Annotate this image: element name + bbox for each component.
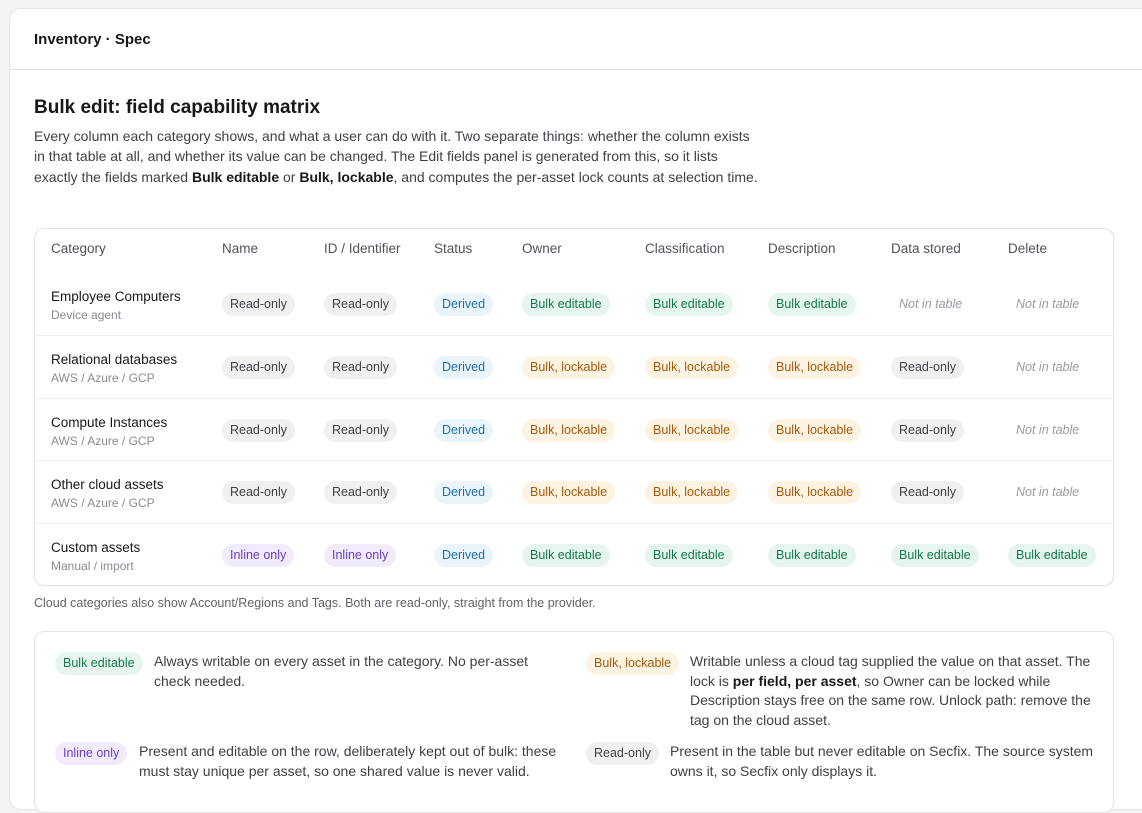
legend-description: Writable unless a cloud tag supplied the…: [690, 652, 1095, 730]
capability-badge: Bulk, lockable: [768, 356, 862, 379]
table-row: Employee Computers Device agent Read-only R…: [35, 273, 1113, 335]
not-in-table-text: Not in table: [1016, 360, 1080, 374]
capability-badge: Bulk editable: [891, 544, 979, 567]
legend-text: Always writable on every asset in the ca…: [154, 653, 529, 689]
capability-badge: Read-only: [891, 419, 964, 442]
column-header-status: Status: [434, 241, 473, 256]
capability-badge: Read-only: [324, 481, 397, 504]
capability-badge: Derived: [434, 419, 494, 442]
capability-badge: Derived: [434, 356, 494, 379]
capability-badge: Bulk editable: [645, 544, 733, 567]
capability-badge: Read-only: [222, 356, 295, 379]
not-in-table-text: Not in table: [1016, 423, 1080, 437]
category-source: AWS / Azure / GCP: [51, 434, 155, 448]
table-row: Compute Instances AWS / Azure / GCP Read-o…: [35, 398, 1113, 461]
table-row: Relational databases AWS / Azure / GCP Rea…: [35, 335, 1113, 398]
legend-description: Always writable on every asset in the ca…: [154, 652, 544, 691]
category-name: Relational databases: [51, 352, 178, 367]
intro-paragraph: Every column each category shows, and wh…: [34, 126, 764, 187]
column-header-delete: Delete: [1008, 241, 1048, 256]
capability-badge: Read-only: [891, 356, 964, 379]
legend-description: Present and editable on the row, deliber…: [139, 742, 569, 781]
capability-badge: Read-only: [324, 356, 397, 379]
column-header-data-stored: Data stored: [891, 241, 961, 256]
capability-badge: Bulk editable: [522, 293, 610, 316]
intro-text: , and computes the per-asset lock counts…: [393, 168, 758, 185]
capability-badge: Bulk editable: [768, 293, 856, 316]
capability-matrix-table: Category Name ID / Identifier Status Owner Cl…: [34, 228, 1114, 586]
capability-badge: Read-only: [222, 293, 295, 316]
capability-badge: Bulk editable: [522, 544, 610, 567]
column-header-classification: Classification: [645, 241, 725, 256]
column-header-id-identifier: ID / Identifier: [324, 241, 401, 256]
capability-badge: Inline only: [222, 544, 295, 567]
capability-badge: Derived: [434, 481, 494, 504]
intro-text: or: [279, 168, 300, 185]
column-header-category: Category: [51, 241, 106, 256]
intro-term-bulk-lockable: Bulk, lockable: [299, 168, 394, 185]
capability-badge: Read-only: [222, 481, 295, 504]
column-header-description: Description: [768, 241, 836, 256]
category-name: Custom assets: [51, 540, 141, 555]
capability-badge: Bulk editable: [768, 544, 856, 567]
legend-text: Present in the table but never editable …: [670, 743, 1094, 779]
legend-text: Present and editable on the row, deliber…: [139, 743, 557, 779]
intro-term-bulk-editable: Bulk editable: [191, 168, 280, 185]
capability-badge: Bulk, lockable: [645, 419, 739, 442]
category-source: Device agent: [51, 308, 122, 322]
capability-badge: Bulk, lockable: [645, 356, 739, 379]
capability-badge: Bulk, lockable: [768, 481, 862, 504]
legend-emphasis: per field, per asset: [732, 672, 857, 689]
capability-badge: Bulk, lockable: [522, 481, 616, 504]
table-header: Category Name ID / Identifier Status Owner Cl…: [35, 241, 1113, 261]
table-footnote: Cloud categories also show Account/Regio…: [34, 596, 596, 610]
column-header-owner: Owner: [522, 241, 562, 256]
legend-badge-bulk-editable: Bulk editable: [55, 652, 143, 675]
page-title: Bulk edit: field capability matrix: [34, 97, 321, 118]
category-source: AWS / Azure / GCP: [51, 371, 155, 385]
app-title: Inventory · Spec: [34, 30, 151, 48]
capability-badge: Read-only: [891, 481, 964, 504]
table-row: Other cloud assets AWS / Azure / GCP Read-…: [35, 460, 1113, 523]
top-bar: Inventory · Spec: [10, 9, 1142, 70]
capability-badge: Bulk, lockable: [645, 481, 739, 504]
legend-badge-inline-only: Inline only: [55, 742, 128, 765]
legend-description: Present in the table but never editable …: [670, 742, 1095, 781]
capability-badge: Bulk, lockable: [522, 419, 616, 442]
legend-badge-read-only: Read-only: [586, 742, 659, 765]
capability-badge: Read-only: [222, 419, 295, 442]
category-name: Other cloud assets: [51, 477, 164, 492]
capability-badge: Read-only: [324, 419, 397, 442]
legend-badge-bulk-lockable: Bulk, lockable: [586, 652, 680, 675]
capability-badge: Read-only: [324, 293, 397, 316]
capability-badge: Derived: [434, 544, 494, 567]
category-source: Manual / import: [51, 559, 134, 573]
table-row: Custom assets Manual / import Inline only I…: [35, 523, 1113, 586]
column-header-name: Name: [222, 241, 259, 256]
capability-badge: Bulk editable: [645, 293, 733, 316]
not-in-table-text: Not in table: [1016, 297, 1080, 311]
category-source: AWS / Azure / GCP: [51, 496, 155, 510]
not-in-table-text: Not in table: [1016, 485, 1080, 499]
not-in-table-text: Not in table: [899, 297, 963, 311]
category-name: Employee Computers: [51, 289, 181, 304]
capability-badge: Bulk editable: [1008, 544, 1096, 567]
capability-badge: Bulk, lockable: [522, 356, 616, 379]
capability-badge: Bulk, lockable: [768, 419, 862, 442]
category-name: Compute Instances: [51, 415, 168, 430]
app-window: Inventory · Spec Bulk edit: field capabi…: [9, 8, 1142, 813]
capability-badge: Derived: [434, 293, 494, 316]
capability-badge: Inline only: [324, 544, 397, 567]
